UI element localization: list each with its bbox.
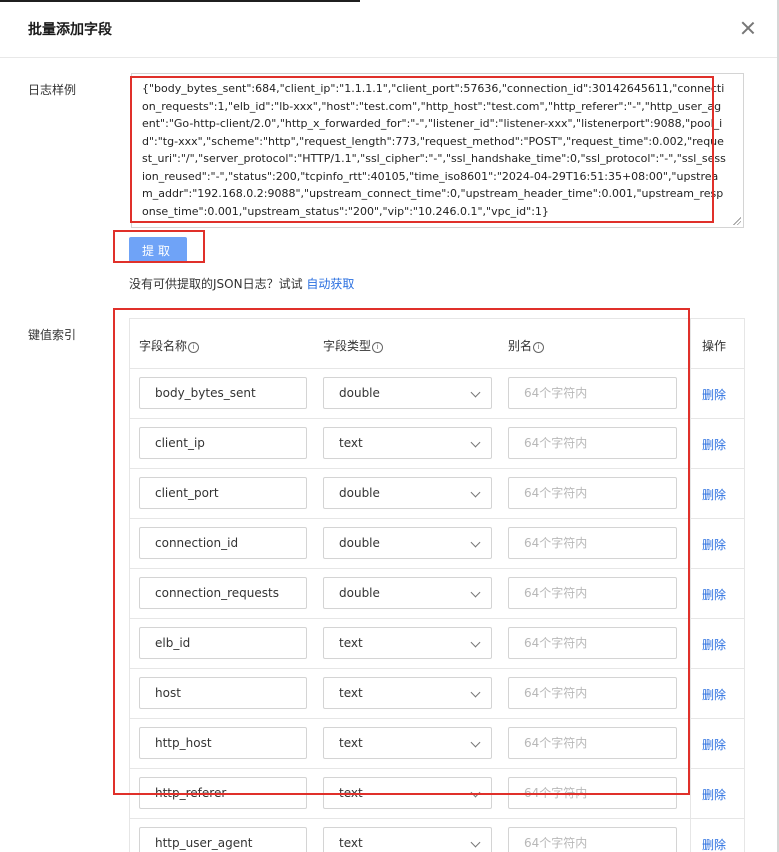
field-name-input[interactable]: http_referer — [139, 777, 307, 809]
alias-input[interactable]: 64个字符内 — [508, 477, 677, 509]
extract-button[interactable]: 提取 — [129, 237, 187, 263]
col-header-name: 字段名称 i — [139, 337, 200, 354]
delete-button[interactable]: 删除 — [702, 386, 726, 403]
field-type-value: text — [339, 836, 363, 850]
field-type-select[interactable]: text — [323, 677, 492, 709]
col-header-op: 操作 — [702, 339, 727, 353]
col-header-type-text: 字段类型 — [323, 339, 372, 353]
field-type-value: double — [339, 536, 380, 550]
col-header-type: 字段类型 i — [323, 337, 384, 354]
chevron-down-icon — [470, 837, 481, 848]
field-type-select[interactable]: double — [323, 577, 492, 609]
field-type-value: double — [339, 586, 380, 600]
table-row: connection_id double 64个字符内 删除 — [130, 519, 744, 569]
field-type-select[interactable]: double — [323, 477, 492, 509]
chevron-down-icon — [470, 687, 481, 698]
field-name-input[interactable]: body_bytes_sent — [139, 377, 307, 409]
field-type-value: double — [339, 386, 380, 400]
info-icon[interactable]: i — [372, 342, 384, 353]
chevron-down-icon — [470, 787, 481, 798]
table-row: http_user_agent text 64个字符内 删除 — [130, 819, 744, 852]
alias-input[interactable]: 64个字符内 — [508, 827, 677, 852]
field-type-select[interactable]: text — [323, 427, 492, 459]
col-header-alias-text: 别名 — [508, 339, 533, 353]
log-sample-text: {"body_bytes_sent":684,"client_ip":"1.1.… — [142, 82, 726, 218]
alias-input[interactable]: 64个字符内 — [508, 527, 677, 559]
field-name-input[interactable]: connection_id — [139, 527, 307, 559]
chevron-down-icon — [470, 487, 481, 498]
field-name-input[interactable]: http_host — [139, 727, 307, 759]
field-type-value: text — [339, 436, 363, 450]
chevron-down-icon — [470, 387, 481, 398]
auto-fetch-link[interactable]: 自动获取 — [306, 277, 354, 291]
resize-handle-icon[interactable] — [733, 217, 741, 225]
delete-button[interactable]: 删除 — [702, 636, 726, 653]
col-header-alias: 别名 i — [508, 337, 545, 354]
field-name-input[interactable]: connection_requests — [139, 577, 307, 609]
kv-index-label: 键值索引 — [28, 328, 77, 342]
field-type-select[interactable]: text — [323, 827, 492, 852]
delete-button[interactable]: 删除 — [702, 836, 726, 852]
field-type-select[interactable]: double — [323, 377, 492, 409]
table-row: connection_requests double 64个字符内 删除 — [130, 569, 744, 619]
field-type-select[interactable]: text — [323, 777, 492, 809]
field-name-input[interactable]: client_ip — [139, 427, 307, 459]
info-icon[interactable]: i — [533, 342, 545, 353]
dialog-title: 批量添加字段 — [28, 22, 112, 38]
field-type-select[interactable]: text — [323, 727, 492, 759]
info-icon[interactable]: i — [188, 342, 200, 353]
alias-input[interactable]: 64个字符内 — [508, 677, 677, 709]
field-type-select[interactable]: text — [323, 627, 492, 659]
delete-button[interactable]: 删除 — [702, 536, 726, 553]
chevron-down-icon — [470, 737, 481, 748]
field-name-input[interactable]: elb_id — [139, 627, 307, 659]
alias-input[interactable]: 64个字符内 — [508, 627, 677, 659]
field-name-input[interactable]: client_port — [139, 477, 307, 509]
alias-input[interactable]: 64个字符内 — [508, 777, 677, 809]
chevron-down-icon — [470, 437, 481, 448]
alias-input[interactable]: 64个字符内 — [508, 727, 677, 759]
alias-input[interactable]: 64个字符内 — [508, 577, 677, 609]
extract-hint: 没有可供提取的JSON日志？试试 自动获取 — [129, 275, 354, 292]
close-icon[interactable] — [740, 20, 756, 36]
table-row: elb_id text 64个字符内 删除 — [130, 619, 744, 669]
extract-hint-text: 没有可供提取的JSON日志？试试 — [129, 277, 307, 291]
delete-button[interactable]: 删除 — [702, 786, 726, 803]
field-name-input[interactable]: http_user_agent — [139, 827, 307, 852]
table-row: client_port double 64个字符内 删除 — [130, 469, 744, 519]
delete-button[interactable]: 删除 — [702, 736, 726, 753]
field-type-select[interactable]: double — [323, 527, 492, 559]
delete-button[interactable]: 删除 — [702, 586, 726, 603]
alias-input[interactable]: 64个字符内 — [508, 377, 677, 409]
field-name-input[interactable]: host — [139, 677, 307, 709]
chevron-down-icon — [470, 537, 481, 548]
table-row: host text 64个字符内 删除 — [130, 669, 744, 719]
delete-button[interactable]: 删除 — [702, 686, 726, 703]
alias-input[interactable]: 64个字符内 — [508, 427, 677, 459]
chevron-down-icon — [470, 587, 481, 598]
field-type-value: double — [339, 486, 380, 500]
log-sample-label: 日志样例 — [28, 83, 77, 97]
table-row: body_bytes_sent double 64个字符内 删除 — [130, 369, 744, 419]
col-header-name-text: 字段名称 — [139, 339, 188, 353]
dialog-header: 批量添加字段 — [0, 0, 777, 58]
table-row: http_referer text 64个字符内 删除 — [130, 769, 744, 819]
field-type-value: text — [339, 636, 363, 650]
table-row: http_host text 64个字符内 删除 — [130, 719, 744, 769]
delete-button[interactable]: 删除 — [702, 436, 726, 453]
kv-index-table: 字段名称 i 字段类型 i 别名 i 操作 body_bytes_sent doubl… — [129, 318, 745, 852]
field-type-value: text — [339, 786, 363, 800]
chevron-down-icon — [470, 637, 481, 648]
delete-button[interactable]: 删除 — [702, 486, 726, 503]
field-type-value: text — [339, 736, 363, 750]
field-type-value: text — [339, 686, 363, 700]
log-sample-textarea[interactable]: {"body_bytes_sent":684,"client_ip":"1.1.… — [131, 73, 744, 228]
table-row: client_ip text 64个字符内 删除 — [130, 419, 744, 469]
